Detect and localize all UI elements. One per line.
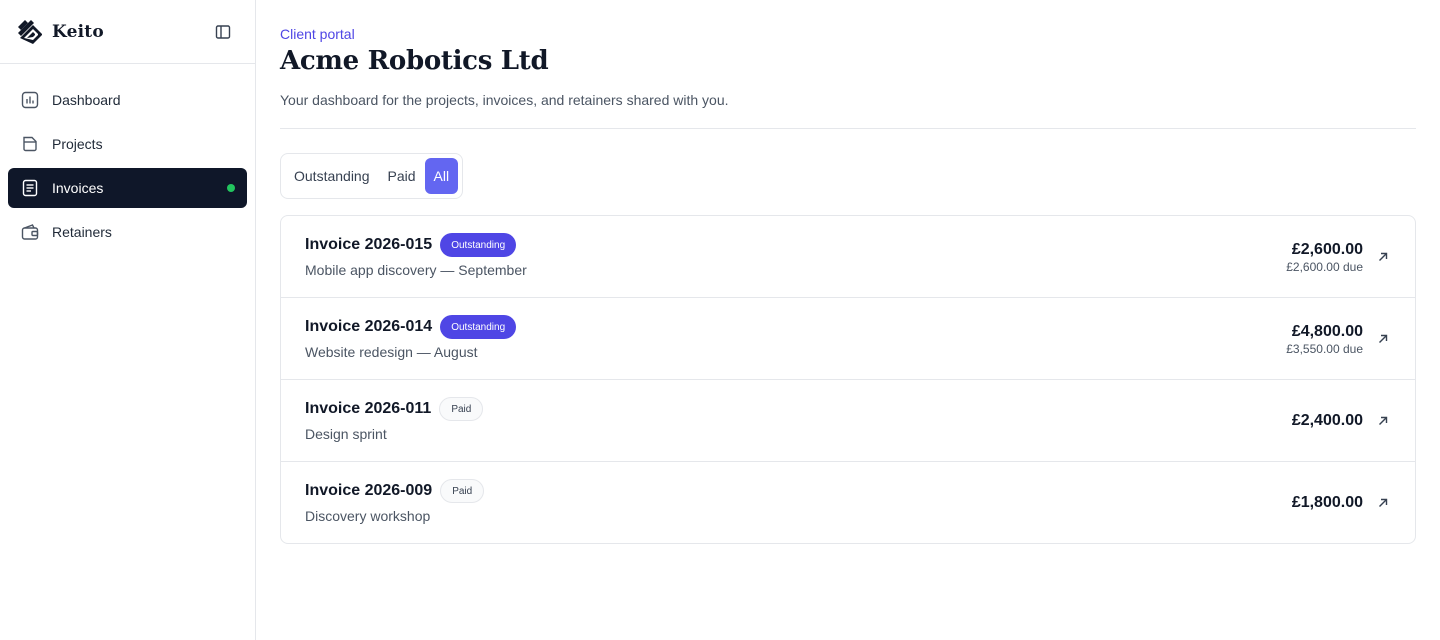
status-badge: Paid [440,479,485,503]
status-badge: Outstanding [440,233,517,257]
arrow-up-right-icon[interactable] [1375,249,1391,265]
invoice-description: Discovery workshop [305,508,431,524]
invoice-description: Design sprint [305,426,387,442]
brand-name: Keito [52,21,104,42]
folder-icon [20,134,40,154]
invoice-row[interactable]: Invoice 2026-014 Outstanding Website red… [281,298,1415,380]
invoice-amount: £2,400.00 [1291,412,1363,429]
sidebar-item-dashboard[interactable]: Dashboard [8,80,247,120]
invoice-number: Invoice 2026-011 [305,400,432,417]
sidebar-item-label: Dashboard [52,92,121,108]
sidebar-toggle-icon[interactable] [213,22,233,42]
invoice-filter-tabs: Outstanding Paid All [280,153,464,199]
page-subtitle: Your dashboard for the projects, invoice… [280,92,729,108]
arrow-up-right-icon[interactable] [1375,331,1391,347]
status-badge: Paid [439,397,484,421]
divider [280,128,1416,129]
invoice-amount-due: £3,550.00 due [1286,341,1363,356]
invoice-number: Invoice 2026-009 [305,482,433,499]
status-badge: Outstanding [440,315,517,339]
chart-bar-icon [20,90,40,110]
sidebar: Keito Dashboard Projects Invoices Retain… [0,0,256,640]
sidebar-item-invoices[interactable]: Invoices [8,168,247,208]
brand-header: Keito [0,0,255,64]
document-text-icon [20,178,40,198]
sidebar-nav: Dashboard Projects Invoices Retainers [0,64,255,272]
sidebar-item-retainers[interactable]: Retainers [8,212,247,252]
sidebar-item-projects[interactable]: Projects [8,124,247,164]
main-content: Client portal Acme Robotics Ltd Your das… [280,0,1416,544]
tab-outstanding[interactable]: Outstanding [285,158,379,194]
invoice-amount: £4,800.00 [1291,322,1363,340]
active-status-dot [227,184,235,192]
invoice-description: Mobile app discovery — September [305,262,527,278]
keito-logo-icon [16,18,44,46]
invoice-amount: £2,600.00 [1291,240,1363,258]
invoice-amount-due: £2,600.00 due [1286,259,1363,274]
invoice-row[interactable]: Invoice 2026-009 Paid Discovery workshop… [281,462,1415,543]
invoice-list: Invoice 2026-015 Outstanding Mobile app … [280,215,1416,544]
tab-all[interactable]: All [424,158,459,194]
sidebar-item-label: Projects [52,136,103,152]
sidebar-item-label: Retainers [52,224,112,240]
invoice-description: Website redesign — August [305,344,478,360]
arrow-up-right-icon[interactable] [1375,495,1391,511]
invoice-row[interactable]: Invoice 2026-015 Outstanding Mobile app … [281,216,1415,298]
wallet-icon [20,222,40,242]
invoice-number: Invoice 2026-014 [305,318,433,335]
tab-paid[interactable]: Paid [379,158,425,194]
invoice-row[interactable]: Invoice 2026-011 Paid Design sprint £2,4… [281,380,1415,462]
invoice-amount: £1,800.00 [1291,494,1363,511]
sidebar-item-label: Invoices [52,180,104,196]
page-eyebrow: Client portal [280,26,355,42]
page-title: Acme Robotics Ltd [280,46,549,76]
invoice-number: Invoice 2026-015 [305,236,433,253]
arrow-up-right-icon[interactable] [1375,413,1391,429]
